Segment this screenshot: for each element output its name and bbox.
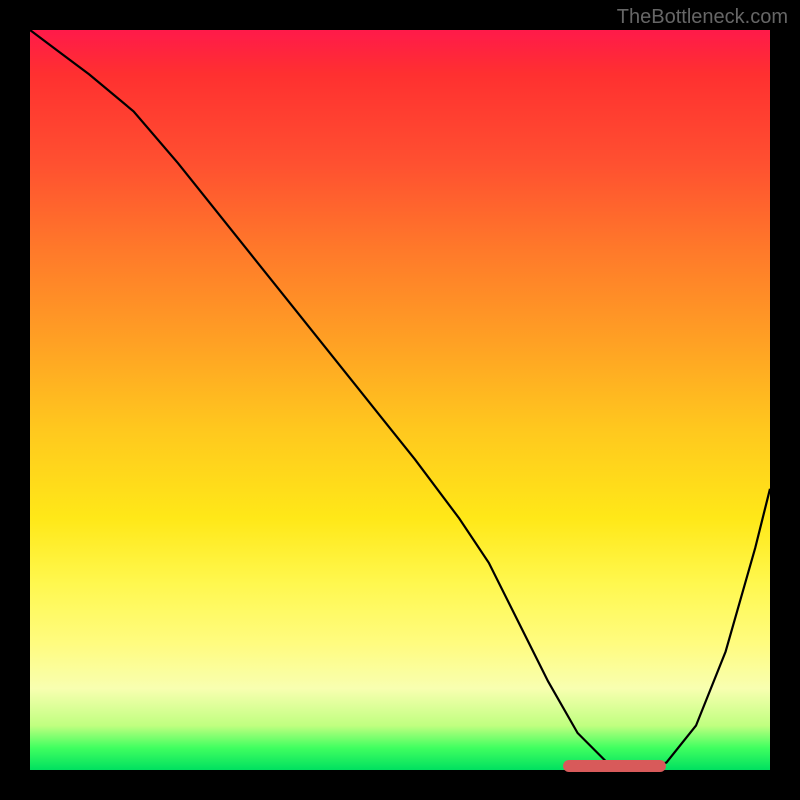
watermark-text: TheBottleneck.com — [617, 6, 788, 29]
bottleneck-curve — [30, 30, 770, 770]
optimal-range-marker — [563, 760, 667, 772]
chart-plot-area — [30, 30, 770, 770]
